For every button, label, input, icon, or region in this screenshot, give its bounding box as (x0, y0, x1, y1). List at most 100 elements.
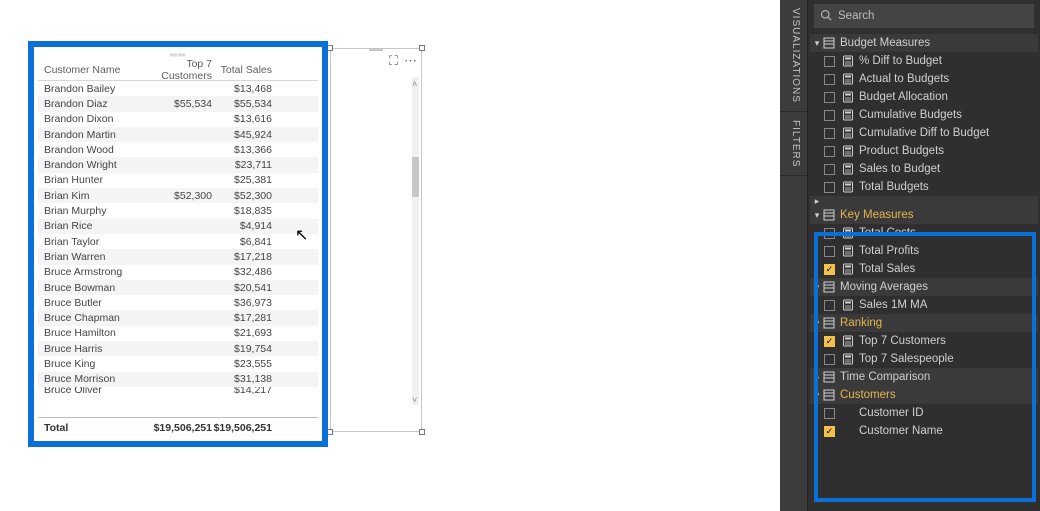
group-label: Customers (840, 389, 1038, 401)
group-moving-averages[interactable]: ▾Moving Averages (810, 278, 1038, 296)
group-key-measures[interactable]: ▾Key Measures (810, 206, 1038, 224)
group-budget-measures[interactable]: ▾Budget Measures (810, 34, 1038, 52)
resize-handle-tr[interactable] (419, 45, 425, 51)
field--diff-to-budget[interactable]: % Diff to Budget (810, 52, 1038, 70)
field-checkbox[interactable] (824, 354, 835, 365)
focus-mode-icon[interactable]: ⛶ (389, 53, 398, 69)
field-checkbox[interactable]: ✓ (824, 336, 835, 347)
field-budget-allocation[interactable]: Budget Allocation (810, 88, 1038, 106)
table-row[interactable]: Bruce Hamilton$21,693 (38, 326, 318, 341)
search-input[interactable] (838, 10, 1028, 22)
chevron-right-icon[interactable]: ▸ (812, 196, 822, 206)
table-row[interactable]: Brian Murphy$18,835 (38, 203, 318, 218)
field-checkbox[interactable]: ✓ (824, 426, 835, 437)
table-row[interactable]: Bruce Chapman$17,281 (38, 310, 318, 325)
field-checkbox[interactable] (824, 300, 835, 311)
group-customers[interactable]: ▾ Customers (810, 386, 1038, 404)
field-checkbox[interactable] (824, 408, 835, 419)
more-options-icon[interactable]: ⋯ (404, 53, 417, 69)
chevron-right-icon[interactable]: ▸ (812, 372, 822, 383)
chevron-down-icon[interactable]: ▾ (812, 38, 822, 49)
field-total-costs[interactable]: Total Costs (810, 224, 1038, 242)
visual-selection-frame[interactable]: ⛶ ⋯ ˄ ˅ (330, 48, 422, 432)
table-row[interactable]: Brian Taylor$6,841 (38, 234, 318, 249)
field-customer-name[interactable]: ✓Customer Name (810, 422, 1038, 440)
field-checkbox[interactable] (824, 164, 835, 175)
chevron-down-icon[interactable]: ▾ (812, 390, 822, 401)
field-sales-to-budget[interactable]: Sales to Budget (810, 160, 1038, 178)
field-checkbox[interactable] (824, 56, 835, 67)
field-total-sales[interactable]: ✓Total Sales (810, 260, 1038, 278)
table-row[interactable]: Brandon Wright$23,711 (38, 157, 318, 172)
field-customer-id[interactable]: Customer ID (810, 404, 1038, 422)
measure-icon (841, 226, 855, 240)
field-cumulative-diff-to-budget[interactable]: Cumulative Diff to Budget (810, 124, 1038, 142)
table-row[interactable]: Bruce Morrison$31,138 (38, 372, 318, 387)
field-label: % Diff to Budget (859, 55, 1038, 67)
cell-customer-name: Brandon Bailey (44, 83, 134, 95)
measure-icon (841, 90, 855, 104)
table-row[interactable]: Brandon Wood$13,366 (38, 142, 318, 157)
column-header-top-7-customers[interactable]: Top 7 Customers (134, 58, 212, 82)
cell-customer-name: Brian Kim (44, 190, 134, 202)
cell-total-sales: $55,534 (212, 98, 272, 110)
table-row[interactable]: Bruce Oliver$14,217 (38, 387, 318, 394)
cell-customer-name: Bruce Morrison (44, 373, 134, 385)
field-checkbox[interactable] (824, 228, 835, 239)
tab-visualizations[interactable]: VISUALIZATIONS (780, 0, 807, 112)
scrollbar-arrow-up[interactable]: ˄ (412, 79, 418, 89)
field-cumulative-budgets[interactable]: Cumulative Budgets (810, 106, 1038, 124)
tab-filters[interactable]: FILTERS (780, 112, 807, 176)
resize-handle-br[interactable] (419, 429, 425, 435)
field-checkbox[interactable] (824, 92, 835, 103)
table-row[interactable]: Brian Rice$4,914 (38, 219, 318, 234)
scrollbar-track[interactable] (412, 77, 419, 405)
field-actual-to-budgets[interactable]: Actual to Budgets (810, 70, 1038, 88)
field-total-profits[interactable]: Total Profits (810, 242, 1038, 260)
table-row[interactable]: Bruce Butler$36,973 (38, 295, 318, 310)
field-top-7-customers[interactable]: ✓Top 7 Customers (810, 332, 1038, 350)
group-time-comparison[interactable]: ▸Time Comparison (810, 368, 1038, 386)
field-total-budgets[interactable]: Total Budgets (810, 178, 1038, 196)
field-label: Total Budgets (859, 181, 1038, 193)
cell-total-sales: $23,711 (212, 159, 272, 171)
table-row[interactable]: Brandon Bailey$13,468 (38, 81, 318, 96)
drag-handle-top[interactable] (369, 48, 383, 51)
chevron-down-icon[interactable]: ▾ (812, 210, 822, 221)
field-checkbox[interactable] (824, 182, 835, 193)
table-row[interactable]: Bruce Bowman$20,541 (38, 280, 318, 295)
field-top-7-salespeople[interactable]: Top 7 Salespeople (810, 350, 1038, 368)
field-label: Sales 1M MA (859, 299, 1038, 311)
field-checkbox[interactable] (824, 146, 835, 157)
table-row[interactable]: Bruce King$23,555 (38, 356, 318, 371)
field-checkbox[interactable] (824, 74, 835, 85)
scrollbar-thumb[interactable] (412, 157, 419, 197)
field-checkbox[interactable]: ✓ (824, 264, 835, 275)
table-row[interactable]: Brandon Diaz$55,534$55,534 (38, 96, 318, 111)
table-row[interactable]: Brian Kim$52,300$52,300 (38, 188, 318, 203)
group-truncated[interactable]: ▸ (810, 196, 1038, 206)
field-checkbox[interactable] (824, 246, 835, 257)
table-row[interactable]: Bruce Armstrong$32,486 (38, 265, 318, 280)
chevron-down-icon[interactable]: ▾ (812, 282, 822, 293)
field-product-budgets[interactable]: Product Budgets (810, 142, 1038, 160)
field-label: Actual to Budgets (859, 73, 1038, 85)
table-row[interactable]: Brian Hunter$25,381 (38, 173, 318, 188)
group-ranking[interactable]: ▾Ranking (810, 314, 1038, 332)
table-row[interactable]: Bruce Harris$19,754 (38, 341, 318, 356)
table-row[interactable]: Brandon Martin$45,924 (38, 127, 318, 142)
cell-total-sales: $21,693 (212, 327, 272, 339)
field-checkbox[interactable] (824, 110, 835, 121)
table-row[interactable]: Brian Warren$17,218 (38, 249, 318, 264)
cell-customer-name: Brandon Dixon (44, 113, 134, 125)
column-header-customer-name[interactable]: Customer Name (44, 64, 134, 76)
cell-customer-name: Brian Rice (44, 220, 134, 232)
field-sales-1m-ma[interactable]: Sales 1M MA (810, 296, 1038, 314)
table-visual[interactable]: ══ Customer Name Top 7 Customers Total S… (28, 41, 328, 447)
table-row[interactable]: Brandon Dixon$13,616 (38, 112, 318, 127)
column-header-total-sales[interactable]: Total Sales (212, 64, 272, 76)
measure-icon (841, 180, 855, 194)
scrollbar-arrow-down[interactable]: ˅ (412, 395, 418, 405)
field-checkbox[interactable] (824, 128, 835, 139)
chevron-down-icon[interactable]: ▾ (812, 318, 822, 329)
